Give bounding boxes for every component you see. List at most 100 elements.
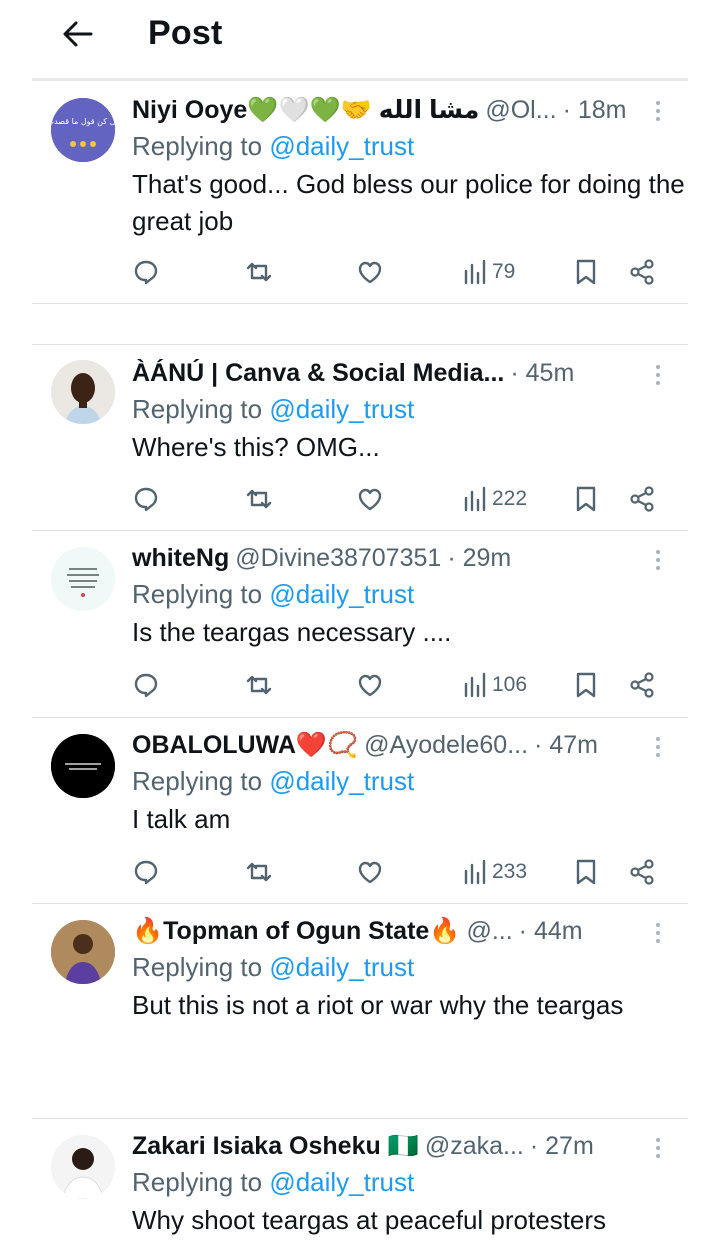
replying-to: Replying to @daily_trust <box>132 394 415 424</box>
replying-to: Replying to @daily_trust <box>132 952 415 982</box>
back-button[interactable] <box>58 16 98 56</box>
reply-text: Where's this? OMG... <box>132 432 380 462</box>
page-title: Post <box>148 14 223 52</box>
views-icon <box>462 259 486 285</box>
share-icon <box>628 671 656 699</box>
more-options-button[interactable] <box>648 732 668 762</box>
repost-icon <box>244 671 274 699</box>
mention-link[interactable]: @daily_trust <box>269 394 414 424</box>
views-icon <box>462 486 486 512</box>
avatar[interactable] <box>51 920 115 984</box>
comment-icon <box>132 858 160 886</box>
bookmark-icon <box>574 858 598 886</box>
like-button[interactable] <box>356 479 384 519</box>
repost-button[interactable] <box>244 852 274 892</box>
views-button[interactable]: 106 <box>462 665 527 705</box>
avatar[interactable] <box>51 1135 115 1199</box>
repost-button[interactable] <box>244 479 274 519</box>
reply-item[interactable]: OBALOLUWA❤️📿 @Ayodele60... · 47m Replyin… <box>32 718 688 904</box>
author-handle[interactable]: @Divine38707351 <box>235 544 441 573</box>
replying-to: Replying to @daily_trust <box>132 766 415 796</box>
author-handle[interactable]: @... <box>466 917 512 946</box>
post-time: · 44m <box>518 916 583 945</box>
bookmark-button[interactable] <box>574 479 598 519</box>
avatar[interactable]: كل كن قول ما قصدت <box>51 98 115 162</box>
author-name[interactable]: whiteNg <box>132 544 229 573</box>
reply-button[interactable] <box>132 479 160 519</box>
more-options-button[interactable] <box>648 96 668 126</box>
share-button[interactable] <box>628 252 656 292</box>
like-button[interactable] <box>356 665 384 705</box>
share-button[interactable] <box>628 479 656 519</box>
author-handle[interactable]: @zaka... <box>425 1132 524 1161</box>
avatar[interactable] <box>51 734 115 798</box>
bookmark-icon <box>574 671 598 699</box>
more-options-button[interactable] <box>648 1133 668 1163</box>
author-handle[interactable]: @Ayodele60... <box>364 731 528 760</box>
reply-text: Is the teargas necessary .... <box>132 617 452 647</box>
row-divider <box>32 303 688 304</box>
mention-link[interactable]: @daily_trust <box>269 579 414 609</box>
mention-link[interactable]: @daily_trust <box>269 952 414 982</box>
replying-to: Replying to @daily_trust <box>132 131 415 161</box>
author-name[interactable]: 🔥Topman of Ogun State🔥 <box>132 917 460 946</box>
mention-link[interactable]: @daily_trust <box>269 131 414 161</box>
reply-item[interactable]: Zakari Isiaka Osheku 🇳🇬 @zaka... · 27m R… <box>32 1119 688 1257</box>
repost-icon <box>244 858 274 886</box>
comment-icon <box>132 671 160 699</box>
mention-link[interactable]: @daily_trust <box>269 766 414 796</box>
repost-button[interactable] <box>244 665 274 705</box>
reply-item[interactable]: 🔥Topman of Ogun State🔥 @... · 44m Replyi… <box>32 904 688 1119</box>
reply-item[interactable]: whiteNg @Divine38707351 · 29m Replying t… <box>32 531 688 718</box>
bookmark-button[interactable] <box>574 252 598 292</box>
views-icon <box>462 672 486 698</box>
author-name[interactable]: Niyi Ooye💚🤍💚🤝 مشا الله <box>132 95 479 125</box>
arrow-left-icon <box>63 21 93 52</box>
post-time: · 29m <box>447 543 512 572</box>
post-time: · 47m <box>534 730 598 759</box>
avatar-text: كل كن قول ما قصدت <box>51 117 115 126</box>
repost-button[interactable] <box>244 252 274 292</box>
author-name[interactable]: Zakari Isiaka Osheku 🇳🇬 <box>132 1132 419 1161</box>
heart-icon <box>356 858 384 886</box>
author-name[interactable]: ÀÁNÚ | Canva & Social Media... <box>132 359 504 388</box>
reply-item[interactable]: ÀÁNÚ | Canva & Social Media... · 45m Rep… <box>32 344 688 531</box>
more-options-button[interactable] <box>648 545 668 575</box>
post-time: · 27m <box>529 1131 594 1160</box>
share-button[interactable] <box>628 665 656 705</box>
avatar[interactable] <box>51 547 115 611</box>
views-button[interactable]: 79 <box>462 252 515 292</box>
heart-icon <box>356 485 384 513</box>
repost-icon <box>244 258 274 286</box>
reply-text: But this is not a riot or war why the te… <box>132 990 624 1020</box>
views-button[interactable]: 233 <box>462 852 527 892</box>
author-name[interactable]: OBALOLUWA❤️📿 <box>132 731 358 760</box>
reply-item[interactable]: كل كن قول ما قصدت Niyi Ooye💚🤍💚🤝 مشا الله… <box>32 90 688 305</box>
bookmark-button[interactable] <box>574 665 598 705</box>
views-count: 233 <box>492 860 528 883</box>
reply-button[interactable] <box>132 665 160 705</box>
row-divider <box>32 344 688 345</box>
author-handle[interactable]: @Ol... <box>485 96 556 125</box>
avatar[interactable] <box>51 360 115 424</box>
bookmark-icon <box>574 485 598 513</box>
heart-icon <box>356 258 384 286</box>
more-options-button[interactable] <box>648 918 668 948</box>
reply-button[interactable] <box>132 852 160 892</box>
heart-icon <box>356 671 384 699</box>
replying-to: Replying to @daily_trust <box>132 1167 415 1197</box>
more-options-button[interactable] <box>648 360 668 390</box>
header-divider <box>32 78 688 81</box>
reply-button[interactable] <box>132 252 160 292</box>
views-count: 222 <box>492 487 528 510</box>
views-button[interactable]: 222 <box>462 479 527 519</box>
bookmark-button[interactable] <box>574 852 598 892</box>
like-button[interactable] <box>356 852 384 892</box>
mention-link[interactable]: @daily_trust <box>269 1167 414 1197</box>
share-icon <box>628 485 656 513</box>
share-button[interactable] <box>628 852 656 892</box>
views-icon <box>462 859 486 885</box>
comment-icon <box>132 258 160 286</box>
like-button[interactable] <box>356 252 384 292</box>
reply-text: Why shoot teargas at peaceful protesters <box>132 1205 607 1235</box>
